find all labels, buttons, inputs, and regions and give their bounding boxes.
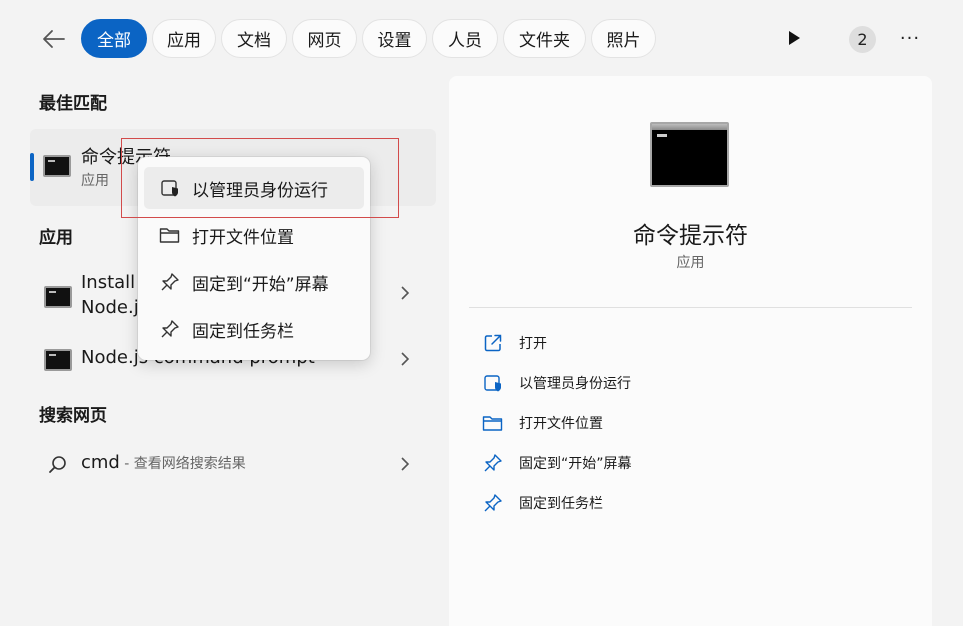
search-icon: [49, 456, 66, 473]
tab-web[interactable]: 网页: [292, 19, 357, 58]
action-label: 打开文件位置: [519, 416, 603, 432]
best-match-subtitle: 应用: [81, 173, 109, 189]
open-external-icon: [482, 332, 504, 354]
preview-title: 命令提示符: [633, 223, 748, 249]
chevron-right-icon[interactable]: [400, 351, 410, 372]
menu-item-label: 打开文件位置: [192, 227, 294, 248]
more-filters-button[interactable]: [782, 26, 806, 50]
tab-settings[interactable]: 设置: [362, 19, 427, 58]
arrow-left-icon: [43, 30, 65, 48]
action-label: 打开: [519, 336, 547, 352]
web-search-heading: 搜索网页: [39, 406, 107, 426]
action-label: 固定到任务栏: [519, 496, 603, 512]
preview-subtitle: 应用: [676, 255, 705, 271]
action-pin-start[interactable]: 固定到“开始”屏幕: [482, 451, 632, 475]
apps-heading: 应用: [39, 228, 73, 248]
menu-item-label: 固定到“开始”屏幕: [192, 274, 329, 295]
web-query: cmd: [81, 452, 120, 473]
divider: [469, 307, 912, 308]
pin-icon: [482, 492, 504, 514]
folder-icon: [482, 412, 504, 434]
rewards-badge[interactable]: 2: [849, 26, 876, 53]
best-match-heading: 最佳匹配: [39, 94, 107, 114]
pin-icon: [158, 270, 182, 294]
folder-icon: [158, 223, 182, 247]
node-prompt-icon: [44, 349, 72, 371]
action-label: 以管理员身份运行: [519, 376, 631, 392]
play-icon: [789, 31, 800, 45]
web-search-item[interactable]: cmd - 查看网络搜索结果: [30, 448, 436, 480]
node-tools-icon: [44, 286, 72, 308]
command-prompt-large-icon: [650, 122, 729, 187]
more-options-button[interactable]: ···: [894, 26, 926, 50]
menu-item-pin-start[interactable]: 固定到“开始”屏幕: [144, 261, 364, 303]
highlight-box: [121, 138, 399, 218]
menu-item-pin-taskbar[interactable]: 固定到任务栏: [144, 308, 364, 350]
action-run-as-admin[interactable]: 以管理员身份运行: [482, 371, 631, 395]
web-hint: - 查看网络搜索结果: [119, 456, 246, 472]
tab-people[interactable]: 人员: [432, 19, 498, 58]
shield-run-icon: [482, 372, 504, 394]
back-button[interactable]: [36, 22, 72, 56]
chevron-right-icon[interactable]: [400, 456, 410, 477]
selection-indicator: [30, 153, 34, 181]
command-prompt-icon: [43, 155, 71, 177]
action-open[interactable]: 打开: [482, 331, 547, 355]
action-open-location[interactable]: 打开文件位置: [482, 411, 603, 435]
action-pin-taskbar[interactable]: 固定到任务栏: [482, 491, 603, 515]
tab-documents[interactable]: 文档: [221, 19, 287, 58]
tab-folders[interactable]: 文件夹: [503, 19, 586, 58]
action-label: 固定到“开始”屏幕: [519, 456, 632, 472]
chevron-right-icon[interactable]: [400, 285, 410, 306]
pin-icon: [158, 317, 182, 341]
tab-all[interactable]: 全部: [81, 19, 147, 58]
pin-icon: [482, 452, 504, 474]
tab-photos[interactable]: 照片: [591, 19, 656, 58]
menu-item-open-location[interactable]: 打开文件位置: [144, 214, 364, 256]
tab-apps[interactable]: 应用: [152, 19, 216, 58]
menu-item-label: 固定到任务栏: [192, 321, 294, 342]
